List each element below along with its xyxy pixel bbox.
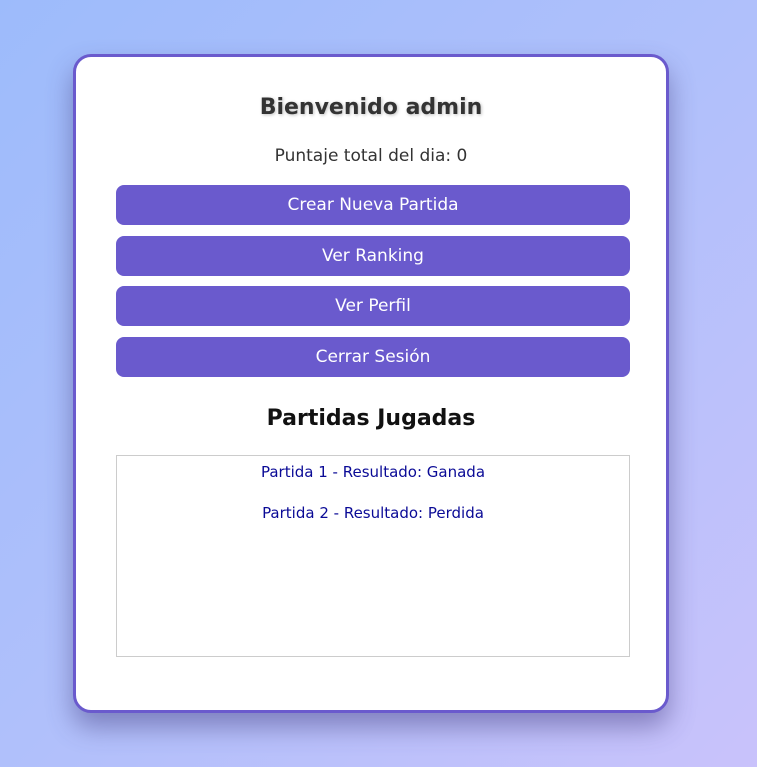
daily-score: Puntaje total del dia: 0 [274, 146, 468, 166]
list-item: Partida 1 - Resultado: Ganada [260, 463, 486, 481]
view-profile-button[interactable]: Ver Perfil [116, 286, 630, 326]
logout-button[interactable]: Cerrar Sesión [116, 337, 630, 377]
welcome-title: Bienvenido admin [259, 95, 483, 120]
games-list[interactable]: Partida 1 - Resultado: Ganada Partida 2 … [116, 455, 630, 657]
games-played-title: Partidas Jugadas [266, 406, 476, 431]
view-ranking-button[interactable]: Ver Ranking [116, 236, 630, 276]
create-game-button[interactable]: Crear Nueva Partida [116, 185, 630, 225]
list-item: Partida 2 - Resultado: Perdida [262, 504, 484, 522]
dashboard-card: Bienvenido admin Puntaje total del dia: … [73, 54, 669, 713]
